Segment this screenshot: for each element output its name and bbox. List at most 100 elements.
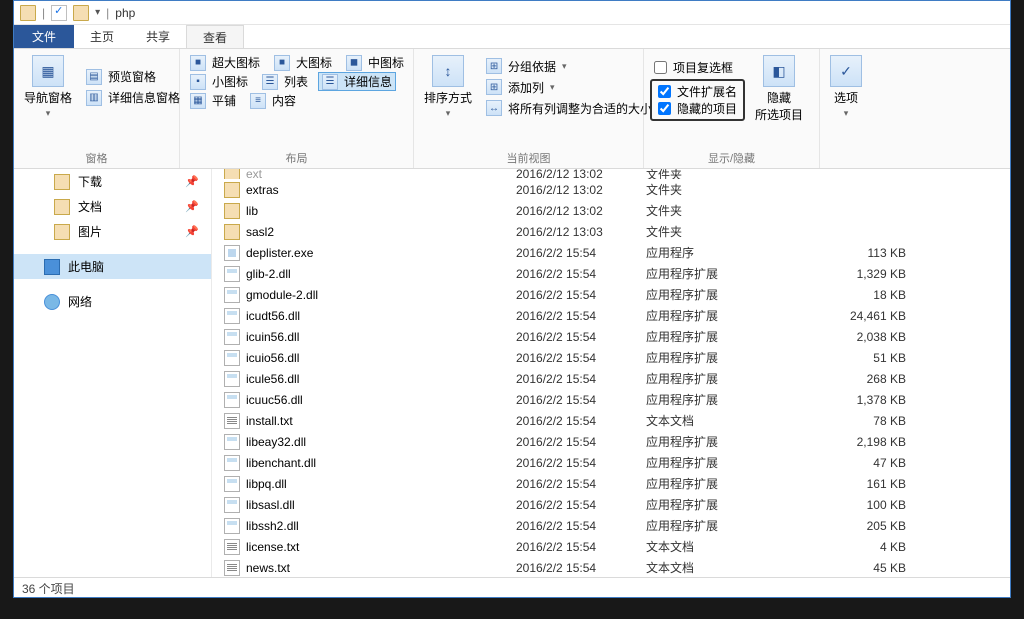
list-row[interactable]: icuin56.dll2016/2/2 15:54应用程序扩展2,038 KB (212, 326, 1010, 347)
nav-pictures[interactable]: 图片📌 (14, 219, 211, 244)
file-type-icon (224, 182, 240, 198)
list-row[interactable]: glib-2.dll2016/2/2 15:54应用程序扩展1,329 KB (212, 263, 1010, 284)
file-list[interactable]: ext 2016/2/12 13:02 文件夹 extras2016/2/12 … (212, 169, 1010, 577)
view-xlarge-button[interactable]: ■超大图标 (186, 53, 264, 72)
group-showhide-label: 显示/隐藏 (650, 148, 813, 166)
view-details-button[interactable]: ☰详细信息 (318, 72, 396, 91)
cell-date: 2016/2/12 13:02 (516, 183, 646, 197)
cell-size: 100 KB (826, 498, 916, 512)
list-row[interactable]: icuuc56.dll2016/2/2 15:54应用程序扩展1,378 KB (212, 389, 1010, 410)
tab-share[interactable]: 共享 (130, 25, 186, 48)
list-row[interactable]: deplister.exe2016/2/2 15:54应用程序113 KB (212, 242, 1010, 263)
nav-documents[interactable]: 文档📌 (14, 194, 211, 219)
list-row[interactable]: install.txt2016/2/2 15:54文本文档78 KB (212, 410, 1010, 431)
nav-pane-icon: ▦ (32, 55, 64, 87)
list-row[interactable]: libpq.dll2016/2/2 15:54应用程序扩展161 KB (212, 473, 1010, 494)
cell-type: 文件夹 (646, 202, 826, 219)
view-list-button[interactable]: ☰列表 (258, 72, 312, 91)
groupby-icon: ⊞ (486, 58, 502, 74)
view-medium-button[interactable]: ◼中图标 (342, 53, 408, 72)
nav-pane-label: 导航窗格 (24, 89, 72, 106)
chevron-down-icon: ▾ (46, 108, 51, 119)
list-row[interactable]: sasl22016/2/12 13:03文件夹 (212, 221, 1010, 242)
small-icon: ▪ (190, 74, 206, 90)
addcol-button[interactable]: ⊞添加列 ▾ (482, 78, 656, 97)
cell-type: 文件夹 (646, 223, 826, 240)
item-checkboxes-toggle[interactable]: 项目复选框 (650, 58, 745, 77)
cell-type: 应用程序扩展 (646, 349, 826, 366)
list-row-overflow[interactable]: ext 2016/2/12 13:02 文件夹 (212, 169, 1010, 179)
cell-date: 2016/2/2 15:54 (516, 246, 646, 260)
view-small-button[interactable]: ▪小图标 (186, 72, 252, 91)
cell-date: 2016/2/2 15:54 (516, 372, 646, 386)
cell-date: 2016/2/2 15:54 (516, 414, 646, 428)
list-row[interactable]: libssh2.dll2016/2/2 15:54应用程序扩展205 KB (212, 515, 1010, 536)
cell-size: 1,378 KB (826, 393, 916, 407)
list-row[interactable]: icule56.dll2016/2/2 15:54应用程序扩展268 KB (212, 368, 1010, 389)
titlebar: | ▾ | php (14, 1, 1010, 25)
fitcols-button[interactable]: ↔将所有列调整为合适的大小 (482, 99, 656, 118)
window-title: php (115, 6, 135, 20)
qat-properties-icon[interactable] (51, 5, 67, 21)
list-row[interactable]: icuio56.dll2016/2/2 15:54应用程序扩展51 KB (212, 347, 1010, 368)
list-row[interactable]: extras2016/2/12 13:02文件夹 (212, 179, 1010, 200)
group-options: ✓ 选项 ▾ (820, 49, 872, 168)
groupby-button[interactable]: ⊞分组依据 ▾ (482, 57, 656, 76)
tab-view[interactable]: 查看 (186, 25, 244, 48)
file-type-icon (224, 203, 240, 219)
file-type-icon (224, 518, 240, 534)
view-content-button[interactable]: ≡内容 (246, 91, 300, 110)
list-row[interactable]: libeay32.dll2016/2/2 15:54应用程序扩展2,198 KB (212, 431, 1010, 452)
file-type-icon (224, 392, 240, 408)
cell-date: 2016/2/2 15:54 (516, 435, 646, 449)
nav-pane-button[interactable]: ▦ 导航窗格 ▾ (20, 53, 76, 121)
list-row[interactable]: libsasl.dll2016/2/2 15:54应用程序扩展100 KB (212, 494, 1010, 515)
file-ext-toggle[interactable]: 文件扩展名 (658, 83, 737, 100)
list-row[interactable]: news.txt2016/2/2 15:54文本文档45 KB (212, 557, 1010, 577)
options-button[interactable]: ✓ 选项 ▾ (826, 53, 866, 121)
cell-type: 应用程序扩展 (646, 370, 826, 387)
view-tiles-button[interactable]: ▦平铺 (186, 91, 240, 110)
group-layout-label: 布局 (186, 148, 407, 166)
file-type-icon (224, 560, 240, 576)
cell-name: sasl2 (246, 225, 516, 239)
details-pane-button[interactable]: ▥详细信息窗格 (82, 88, 184, 107)
list-row[interactable]: gmodule-2.dll2016/2/2 15:54应用程序扩展18 KB (212, 284, 1010, 305)
preview-pane-button[interactable]: ▤预览窗格 (82, 67, 184, 86)
hide-button[interactable]: ◧ 隐藏 所选项目 (751, 53, 807, 125)
list-row[interactable]: license.txt2016/2/2 15:54文本文档4 KB (212, 536, 1010, 557)
nav-network[interactable]: 网络 (14, 289, 211, 314)
cell-size: 47 KB (826, 456, 916, 470)
cell-type: 应用程序扩展 (646, 475, 826, 492)
view-large-button[interactable]: ■大图标 (270, 53, 336, 72)
cell-date: 2016/2/2 15:54 (516, 288, 646, 302)
cell-name: glib-2.dll (246, 267, 516, 281)
list-row[interactable]: icudt56.dll2016/2/2 15:54应用程序扩展24,461 KB (212, 305, 1010, 326)
separator: | (106, 6, 109, 20)
nav-downloads[interactable]: 下载📌 (14, 169, 211, 194)
list-row[interactable]: libenchant.dll2016/2/2 15:54应用程序扩展47 KB (212, 452, 1010, 473)
nav-pane[interactable]: 下载📌 文档📌 图片📌 此电脑 网络 (14, 169, 212, 577)
hidden-items-toggle[interactable]: 隐藏的项目 (658, 100, 737, 117)
list-row[interactable]: lib2016/2/12 13:02文件夹 (212, 200, 1010, 221)
cell-name: license.txt (246, 540, 516, 554)
pc-icon (44, 259, 60, 275)
highlight-annotation: 文件扩展名 隐藏的项目 (650, 79, 745, 121)
tiles-icon: ▦ (190, 93, 206, 109)
cell-size: 45 KB (826, 561, 916, 575)
cell-type: 应用程序扩展 (646, 517, 826, 534)
hidden-items-checkbox[interactable] (658, 102, 671, 115)
file-ext-checkbox[interactable] (658, 85, 671, 98)
item-checkboxes-checkbox[interactable] (654, 61, 667, 74)
cell-name: libenchant.dll (246, 456, 516, 470)
qat-dropdown-icon[interactable]: ▾ (95, 7, 100, 18)
chevron-down-icon: ▾ (562, 61, 567, 72)
file-type-icon (224, 350, 240, 366)
tab-home[interactable]: 主页 (74, 25, 130, 48)
fitcols-icon: ↔ (486, 100, 502, 116)
qat-newfolder-icon[interactable] (73, 5, 89, 21)
folder-icon (224, 169, 240, 179)
nav-this-pc[interactable]: 此电脑 (14, 254, 211, 279)
tab-file[interactable]: 文件 (14, 25, 74, 48)
sort-button[interactable]: ↕ 排序方式 ▾ (420, 53, 476, 121)
